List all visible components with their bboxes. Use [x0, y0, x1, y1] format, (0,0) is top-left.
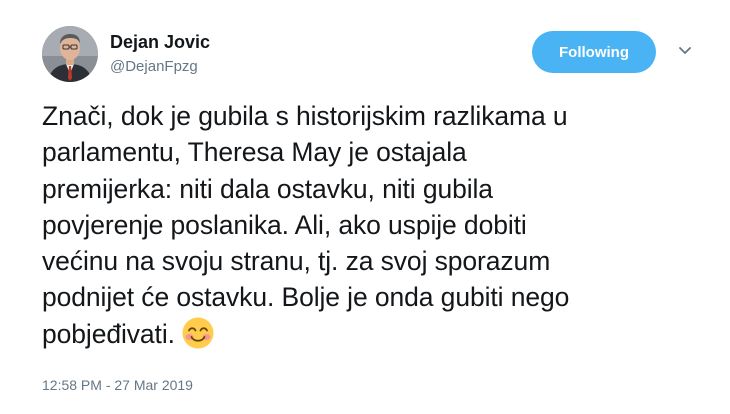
tweet-text-line: povjerenje poslanika. Ali, ako uspije do…: [42, 209, 527, 240]
tweet-timestamp[interactable]: 12:58 PM - 27 Mar 2019: [42, 376, 193, 394]
tweet-text-last-line: pobjeđivati.: [42, 316, 706, 352]
tweet-text: Znači, dok je gubila s historijskim razl…: [42, 98, 706, 352]
author-name[interactable]: Dejan Jovic: [110, 32, 210, 52]
author-handle[interactable]: @DejanFpzg: [110, 58, 198, 76]
tweet-text-line: premijerka: niti dala ostavku, niti gubi…: [42, 173, 493, 204]
tweet-text-line: parlamentu, Theresa May je ostajala: [42, 137, 467, 168]
tweet-card: Dejan Jovic @DejanFpzg Following Znači, …: [0, 0, 730, 414]
avatar[interactable]: [42, 26, 98, 82]
tweet-text-line: većinu na svoju stranu, tj. za svoj spor…: [42, 246, 551, 277]
following-button[interactable]: Following: [532, 31, 656, 73]
avatar-photo: [42, 26, 98, 82]
tweet-text-line: pobjeđivati.: [42, 318, 175, 349]
chevron-down-icon[interactable]: [677, 44, 693, 58]
tweet-text-line: podnijet će ostavku. Bolje je onda gubit…: [42, 282, 570, 313]
smiling-face-with-smiling-eyes-icon: [181, 316, 215, 350]
tweet-text-line: Znači, dok je gubila s historijskim razl…: [42, 101, 568, 131]
